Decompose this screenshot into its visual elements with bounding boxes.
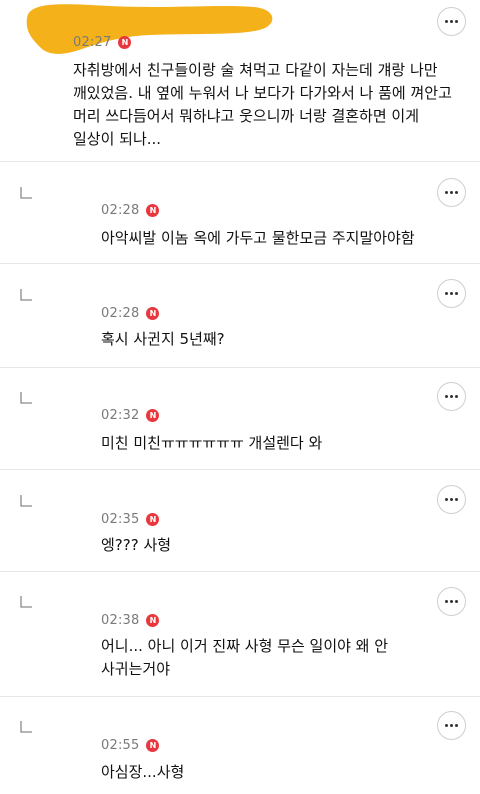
comment-meta: 02:28 N bbox=[101, 306, 160, 321]
comment-meta: 02:32 N bbox=[101, 408, 160, 423]
comment: 02:27 N 자취방에서 친구들이랑 술 쳐먹고 다같이 자는데 걔랑 나만 … bbox=[0, 0, 480, 162]
more-options-button[interactable] bbox=[437, 485, 466, 514]
reply-arrow-icon bbox=[20, 289, 32, 301]
new-badge: N bbox=[146, 513, 160, 526]
comment-text: 아악씨발 이놈 옥에 가두고 물한모금 주지말아야함 bbox=[101, 229, 415, 247]
more-options-button[interactable] bbox=[437, 178, 466, 207]
more-dots-icon bbox=[445, 191, 458, 194]
more-dots-icon bbox=[445, 292, 458, 295]
reply-arrow-icon bbox=[20, 392, 32, 404]
comment-meta: 02:28 N bbox=[101, 203, 160, 218]
comment-text: 자취방에서 친구들이랑 술 쳐먹고 다같이 자는데 걔랑 나만 깨있었음. 내 … bbox=[73, 61, 452, 148]
comment-time: 02:35 bbox=[101, 512, 140, 527]
comment-time: 02:55 bbox=[101, 738, 140, 753]
new-badge: N bbox=[146, 739, 160, 752]
more-dots-icon bbox=[445, 498, 458, 501]
comment-time: 02:32 bbox=[101, 408, 140, 423]
more-options-button[interactable] bbox=[437, 7, 466, 36]
comment-text: 혹시 사귄지 5년째? bbox=[101, 330, 225, 348]
comment-text: 미친 미친ㅠㅠㅠㅠㅠㅠ 개설렌다 와 bbox=[101, 434, 323, 452]
reply-comment: 02:55 N 아심장...사형 bbox=[0, 697, 480, 794]
new-badge: N bbox=[146, 307, 160, 320]
new-badge: N bbox=[118, 36, 132, 49]
reply-arrow-icon bbox=[20, 495, 32, 507]
reply-arrow-icon bbox=[20, 721, 32, 733]
reply-arrow-icon bbox=[20, 596, 32, 608]
reply-comment: 02:38 N 어니... 아니 이거 진짜 사형 무슨 일이야 왜 안 사귀는… bbox=[0, 572, 480, 697]
more-dots-icon bbox=[445, 395, 458, 398]
new-badge: N bbox=[146, 409, 160, 422]
more-options-button[interactable] bbox=[437, 382, 466, 411]
avatar-blob bbox=[26, 4, 273, 54]
reply-comment: 02:28 N 혹시 사귄지 5년째? bbox=[0, 264, 480, 368]
reply-comment: 02:32 N 미친 미친ㅠㅠㅠㅠㅠㅠ 개설렌다 와 bbox=[0, 368, 480, 470]
comment-meta: 02:55 N bbox=[101, 738, 160, 753]
comment-text: 어니... 아니 이거 진짜 사형 무슨 일이야 왜 안 사귀는거야 bbox=[101, 637, 389, 678]
comment-meta: 02:35 N bbox=[101, 512, 160, 527]
reply-comment: 02:35 N 엥??? 사형 bbox=[0, 470, 480, 572]
reply-arrow-icon bbox=[20, 187, 32, 199]
reply-comment: 02:28 N 아악씨발 이놈 옥에 가두고 물한모금 주지말아야함 bbox=[0, 162, 480, 264]
comment-time: 02:38 bbox=[101, 613, 140, 628]
comment-text: 엥??? 사형 bbox=[101, 536, 172, 554]
new-badge: N bbox=[146, 614, 160, 627]
new-badge: N bbox=[146, 204, 160, 217]
comment-text: 아심장...사형 bbox=[101, 763, 185, 781]
more-options-button[interactable] bbox=[437, 279, 466, 308]
more-dots-icon bbox=[445, 600, 458, 603]
more-options-button[interactable] bbox=[437, 711, 466, 740]
comment-time: 02:27 bbox=[73, 35, 112, 50]
more-options-button[interactable] bbox=[437, 587, 466, 616]
more-dots-icon bbox=[445, 724, 458, 727]
comment-time: 02:28 bbox=[101, 306, 140, 321]
comment-meta: 02:27 N bbox=[73, 35, 132, 50]
more-dots-icon bbox=[445, 20, 458, 23]
comment-time: 02:28 bbox=[101, 203, 140, 218]
comment-meta: 02:38 N bbox=[101, 613, 160, 628]
